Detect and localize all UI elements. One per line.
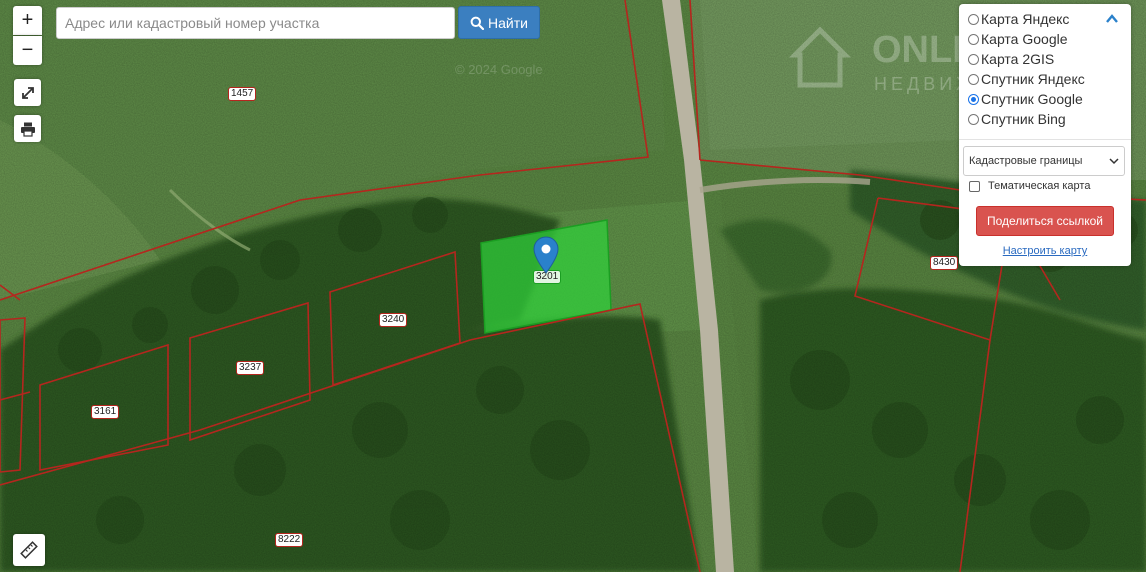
layer-label: Спутник Яндекс xyxy=(981,71,1085,87)
panel-divider xyxy=(959,139,1131,140)
parcel-label-3240[interactable]: 3240 xyxy=(379,313,408,327)
layer-radio[interactable] xyxy=(968,73,979,85)
zoom-in-label: + xyxy=(21,9,34,31)
layer-option-yandex-map[interactable]: Карта Яндекс xyxy=(968,9,1069,29)
layer-radio[interactable] xyxy=(968,53,979,65)
fullscreen-button[interactable] xyxy=(14,79,41,106)
location-marker-icon[interactable] xyxy=(533,236,559,274)
fullscreen-icon xyxy=(21,86,34,99)
search-input[interactable] xyxy=(56,7,455,39)
parcel-label-1457[interactable]: 1457 xyxy=(228,87,257,101)
ruler-button[interactable] xyxy=(13,534,45,566)
layer-panel: Карта Яндекс Карта Google Карта 2GIS Спу… xyxy=(959,4,1131,266)
zoom-in-button[interactable]: + xyxy=(13,6,42,35)
layer-label: Карта 2GIS xyxy=(981,51,1055,67)
layer-option-google-satellite[interactable]: Спутник Google xyxy=(968,89,1083,109)
layer-option-bing-satellite[interactable]: Спутник Bing xyxy=(968,109,1066,129)
layer-radio-selected[interactable] xyxy=(968,93,979,105)
parcel-label-3237[interactable]: 3237 xyxy=(236,361,265,375)
layer-label: Карта Google xyxy=(981,31,1068,47)
print-button[interactable] xyxy=(14,115,41,142)
layer-label: Карта Яндекс xyxy=(981,11,1070,27)
search-button-label: Найти xyxy=(488,14,528,31)
printer-icon xyxy=(20,122,35,137)
overlay-select[interactable]: Кадастровые границы xyxy=(963,146,1125,176)
layer-option-google-map[interactable]: Карта Google xyxy=(968,29,1068,49)
imagery-watermark: © 2024 Google xyxy=(455,62,543,77)
chevron-down-icon xyxy=(1109,158,1119,165)
thematic-map-checkbox[interactable] xyxy=(969,180,980,192)
layer-radio[interactable] xyxy=(968,13,979,25)
layer-radio[interactable] xyxy=(968,33,979,45)
thematic-map-label: Тематическая карта xyxy=(988,180,1091,192)
search-icon xyxy=(470,16,485,30)
layer-label: Спутник Google xyxy=(981,91,1083,107)
layer-option-2gis-map[interactable]: Карта 2GIS xyxy=(968,49,1054,69)
share-link-label: Поделиться ссылкой xyxy=(987,214,1103,228)
parcel-label-3161[interactable]: 3161 xyxy=(91,405,120,419)
ruler-icon xyxy=(20,541,38,559)
zoom-out-button[interactable]: − xyxy=(13,36,42,65)
overlay-select-value: Кадастровые границы xyxy=(969,155,1083,167)
layer-option-yandex-satellite[interactable]: Спутник Яндекс xyxy=(968,69,1085,89)
configure-map-link[interactable]: Настроить карту xyxy=(959,245,1131,257)
chevron-up-icon[interactable] xyxy=(1105,12,1119,26)
thematic-map-toggle[interactable]: Тематическая карта xyxy=(969,180,1090,192)
search-button[interactable]: Найти xyxy=(458,6,540,39)
parcel-label-8222[interactable]: 8222 xyxy=(275,533,304,547)
share-link-button[interactable]: Поделиться ссылкой xyxy=(976,206,1114,236)
layer-label: Спутник Bing xyxy=(981,111,1066,127)
zoom-out-label: − xyxy=(21,39,34,61)
parcel-label-8430[interactable]: 8430 xyxy=(930,256,959,270)
layer-radio[interactable] xyxy=(968,113,979,125)
